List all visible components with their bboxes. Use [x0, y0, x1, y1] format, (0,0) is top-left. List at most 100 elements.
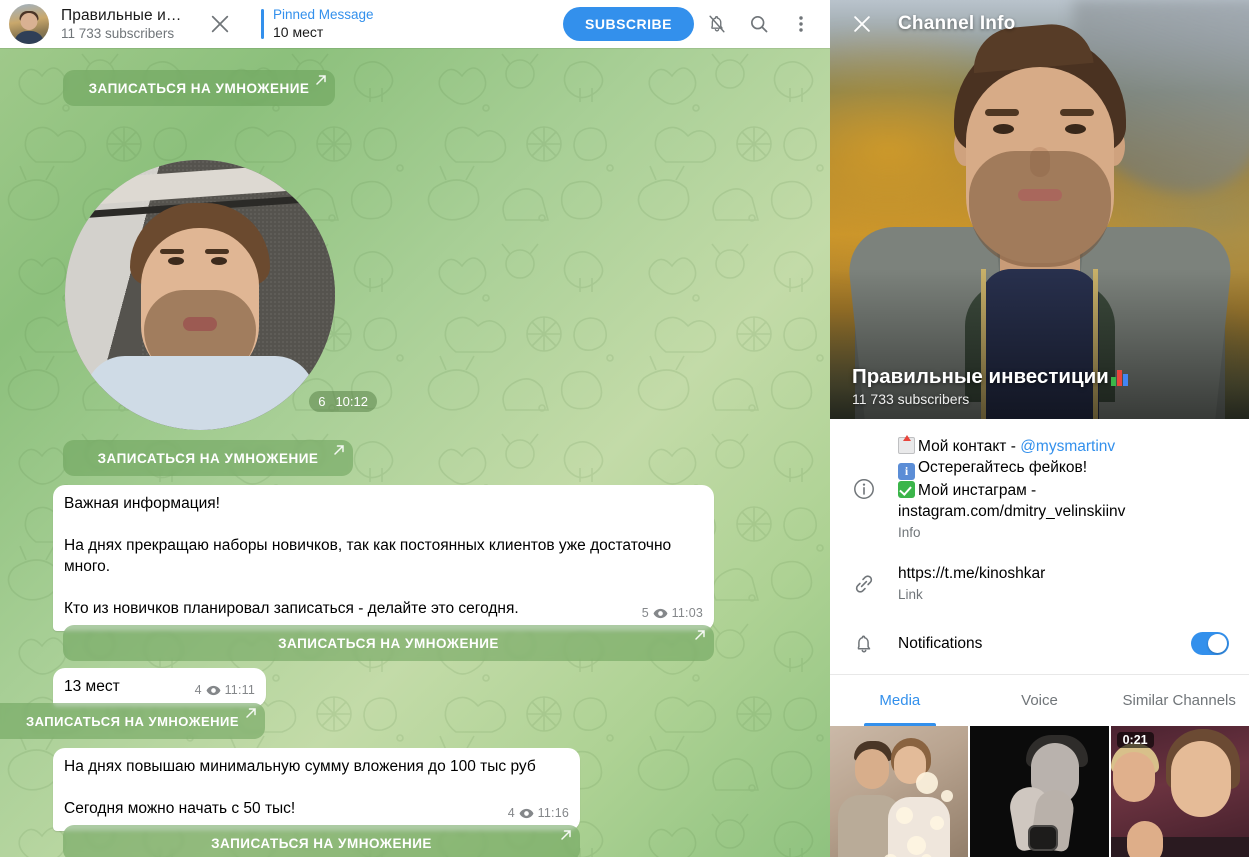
channel-name-block: Правильные инвестиции [852, 365, 1130, 389]
channel-link-url[interactable]: https://t.me/kinoshkar [898, 563, 1229, 584]
video-duration-badge: 0:21 [1116, 732, 1154, 748]
message-time: 11:11 [224, 683, 255, 697]
pinned-message-text: 10 мест [272, 24, 324, 40]
view-count: 5 [641, 606, 649, 620]
more-vertical-icon [799, 16, 803, 32]
view-count: 4 [507, 806, 515, 820]
external-link-arrow-icon [695, 630, 705, 640]
envelope-emoji [898, 437, 915, 454]
message-line: На днях повышаю минимальную сумму вложен… [64, 758, 536, 775]
chat-title: Правильные и… [61, 7, 182, 24]
eye-icon [519, 808, 534, 819]
pinned-message-label: Pinned Message [272, 7, 374, 22]
channel-cover-photo[interactable]: Channel Info Правильные инвестиции 11 73… [830, 0, 1249, 419]
search-button[interactable] [740, 5, 778, 43]
subscribe-button[interactable]: SUBSCRIBE [563, 7, 694, 41]
external-link-arrow-icon [334, 445, 344, 455]
tab-voice-label: Voice [1021, 692, 1058, 709]
message-bubble[interactable]: Важная информация! На днях прекращаю наб… [53, 485, 714, 631]
tab-similar-channels-label: Similar Channels [1122, 692, 1236, 709]
check-mark-emoji [898, 481, 915, 498]
eye-icon [206, 685, 220, 696]
contact-username-link[interactable]: @mysmartinv [1020, 438, 1115, 455]
chat-header: Правильные и… 11 733 subscribers Pinned … [0, 0, 830, 48]
channel-subscribers: 11 733 subscribers [852, 391, 970, 407]
video-note-meta: 6 10:12 [309, 391, 377, 412]
message-line: Важная информация! [64, 495, 220, 512]
inline-keyboard-button-label: ЗАПИСАТЬСЯ НА УМНОЖЕНИЕ [278, 635, 499, 651]
message-time: 11:03 [671, 606, 703, 620]
external-link-arrow-icon [316, 75, 326, 85]
inline-keyboard-button-label: ЗАПИСАТЬСЯ НА УМНОЖЕНИЕ [88, 80, 310, 96]
about-line-3-text: Мой инстаграм - [918, 482, 1037, 499]
chat-subscribers: 11 733 subscribers [61, 26, 175, 41]
close-chat-button[interactable] [203, 7, 237, 41]
info-row-link[interactable]: https://t.me/kinoshkar Link [830, 549, 1249, 616]
more-menu-button[interactable] [782, 5, 820, 43]
tab-media-label: Media [879, 692, 921, 709]
info-circle-icon [852, 436, 898, 540]
about-caption: Info [898, 525, 921, 540]
media-grid: 0:21 [830, 726, 1249, 857]
video-note-message[interactable]: 6 10:12 [65, 160, 377, 430]
close-icon [854, 16, 870, 32]
inline-keyboard-button-label: ЗАПИСАТЬСЯ НА УМНОЖЕНИЕ [25, 713, 240, 729]
pinned-indicator-bar [261, 9, 264, 39]
message-line: Кто из новичков планировал записаться - … [64, 600, 519, 617]
cover-caption: Правильные инвестиции 11 733 subscribers [852, 365, 1130, 407]
inline-keyboard-button[interactable]: ЗАПИСАТЬСЯ НА УМНОЖЕНИЕ [0, 703, 265, 739]
message-bubble[interactable]: На днях повышаю минимальную сумму вложен… [53, 748, 580, 831]
inline-keyboard-button[interactable]: ЗАПИСАТЬСЯ НА УМНОЖЕНИЕ [63, 625, 714, 661]
media-thumb-couple[interactable] [830, 726, 969, 857]
bell-muted-icon [709, 15, 725, 33]
eye-icon [653, 608, 668, 619]
message-bubble[interactable]: 13 мест 4 11:11 [53, 668, 266, 707]
tab-similar-channels[interactable]: Similar Channels [1109, 675, 1249, 726]
close-info-button[interactable] [844, 6, 880, 42]
channel-info-panel: Channel Info Правильные инвестиции 11 73… [830, 0, 1249, 857]
message-meta: 4 11:11 [195, 680, 255, 701]
round-video-thumbnail[interactable] [65, 160, 335, 430]
channel-info-topbar: Channel Info [830, 0, 1249, 48]
tab-voice[interactable]: Voice [970, 675, 1110, 726]
inline-keyboard-button-label: ЗАПИСАТЬСЯ НА УМНОЖЕНИЕ [97, 450, 319, 466]
inline-keyboard-button[interactable]: ЗАПИСАТЬСЯ НА УМНОЖЕНИЕ [63, 70, 335, 106]
message-time: 11:16 [537, 806, 569, 820]
media-thumb-portrait[interactable] [970, 726, 1109, 857]
about-line-1-text: Мой контакт - [918, 438, 1021, 455]
about-line-3: Мой инстаграм - [898, 480, 1229, 501]
about-line-2: i Остерегайтесь фейков! [898, 457, 1229, 480]
external-link-arrow-icon [246, 708, 256, 718]
about-line-4: instagram.com/dmitry_velinskiinv [898, 503, 1126, 520]
chat-pane: ЗАПИСАТЬСЯ НА УМНОЖЕНИЕ 6 10:12 ЗАПИСАТЬ… [0, 0, 830, 857]
notifications-toggle[interactable] [1191, 631, 1229, 655]
media-thumb-family-video[interactable]: 0:21 [1110, 726, 1249, 857]
view-count: 6 [318, 394, 326, 409]
inline-keyboard-button-label: ЗАПИСАТЬСЯ НА УМНОЖЕНИЕ [211, 835, 432, 851]
search-icon [751, 16, 768, 33]
message-line: 13 мест [64, 678, 120, 695]
message-list[interactable]: ЗАПИСАТЬСЯ НА УМНОЖЕНИЕ 6 10:12 ЗАПИСАТЬ… [0, 48, 830, 857]
view-count: 4 [194, 683, 202, 697]
link-icon [852, 563, 898, 602]
mute-button[interactable] [698, 5, 736, 43]
chat-title-block[interactable]: Правильные и… 11 733 subscribers [61, 7, 181, 41]
link-caption: Link [898, 587, 923, 602]
channel-avatar[interactable] [9, 4, 49, 44]
info-tabs: Media Voice Similar Channels [830, 674, 1249, 726]
notifications-label: Notifications [898, 634, 983, 652]
message-line: Сегодня можно начать с 50 тыс! [64, 800, 296, 817]
info-row-notifications[interactable]: Notifications [830, 616, 1249, 670]
about-line-2-text: Остерегайтесь фейков! [918, 459, 1088, 476]
telegram-window: ЗАПИСАТЬСЯ НА УМНОЖЕНИЕ 6 10:12 ЗАПИСАТЬ… [0, 0, 1249, 857]
channel-info-title: Channel Info [898, 13, 1016, 34]
channel-name: Правильные инвестиции [852, 365, 1109, 388]
inline-keyboard-button[interactable]: ЗАПИСАТЬСЯ НА УМНОЖЕНИЕ [63, 825, 580, 857]
tab-media[interactable]: Media [830, 675, 970, 726]
info-row-about[interactable]: Мой контакт - @mysmartinv i Остерегайтесь… [830, 427, 1249, 549]
message-meta: 4 11:16 [508, 803, 569, 824]
pinned-message[interactable]: Pinned Message 10 мест [261, 7, 374, 41]
inline-keyboard-button[interactable]: ЗАПИСАТЬСЯ НА УМНОЖЕНИЕ [63, 440, 353, 476]
message-meta: 5 11:03 [642, 603, 703, 624]
message-time: 10:12 [335, 394, 368, 409]
